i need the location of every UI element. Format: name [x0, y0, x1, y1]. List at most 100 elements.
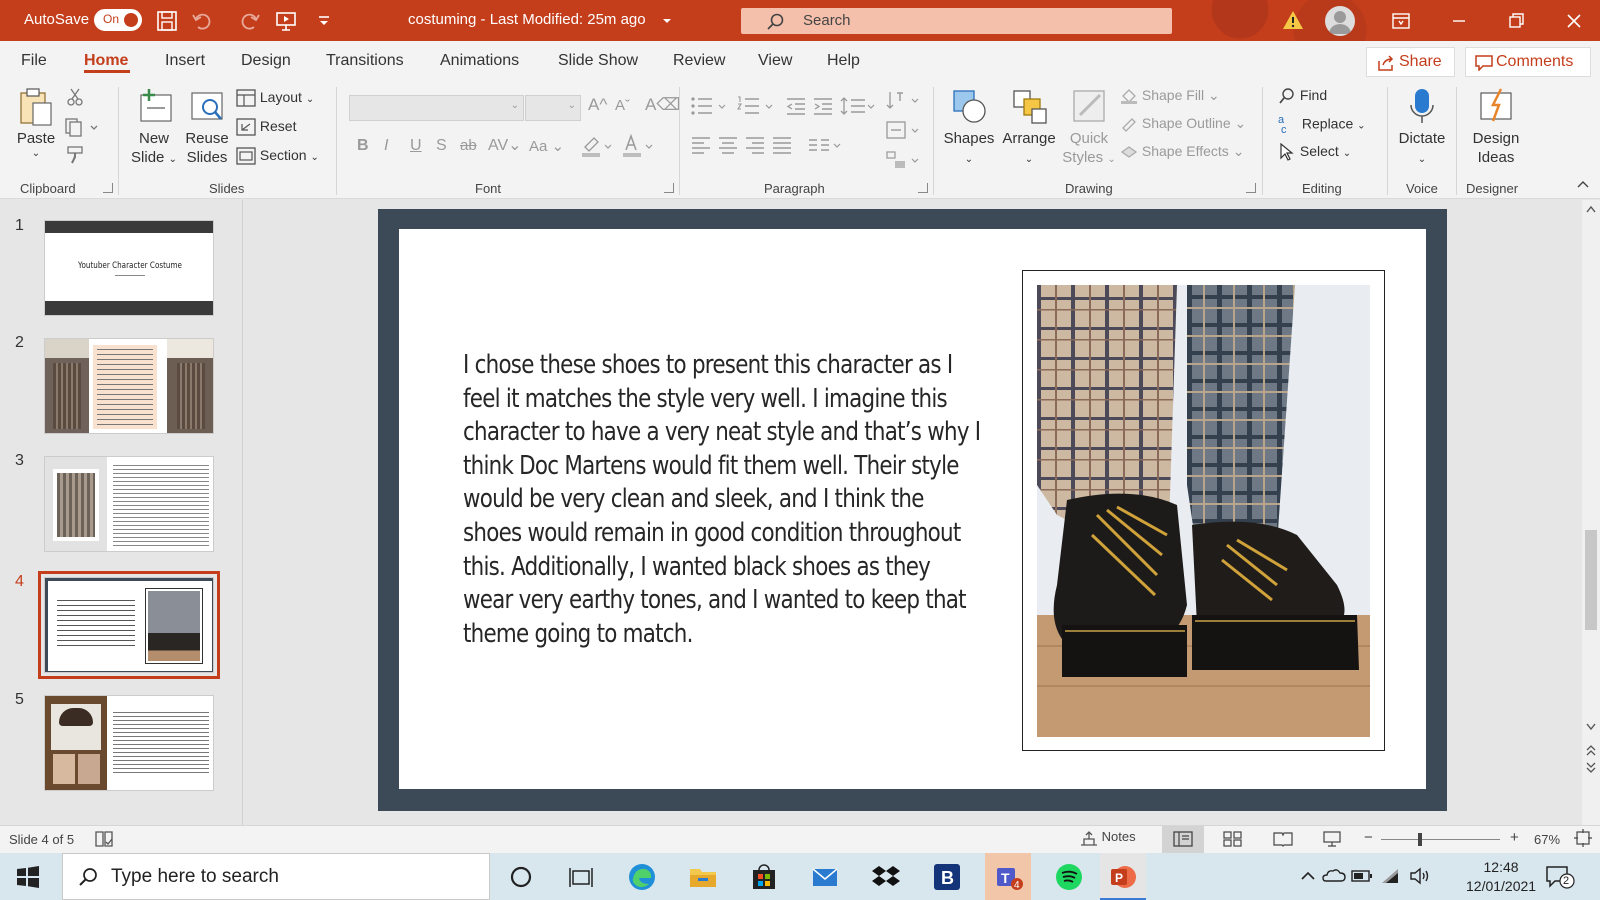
tab-transitions[interactable]: Transitions: [326, 52, 404, 70]
font-name-box[interactable]: ⌄: [349, 95, 524, 121]
slide-photo-frame[interactable]: [1022, 270, 1385, 751]
dictate-button[interactable]: Dictate ⌄: [1394, 87, 1450, 169]
shapes-button[interactable]: Shapes ⌄: [943, 87, 995, 169]
store-icon[interactable]: [749, 862, 779, 892]
comments-button[interactable]: Comments: [1465, 47, 1591, 77]
design-ideas-button[interactable]: Design Ideas: [1466, 87, 1526, 167]
paragraph-launcher-icon[interactable]: [918, 183, 928, 193]
tab-slide-show[interactable]: Slide Show: [558, 52, 638, 70]
start-from-beginning-icon[interactable]: [274, 9, 298, 33]
font-launcher-icon[interactable]: [664, 183, 674, 193]
task-view-icon[interactable]: [566, 862, 596, 892]
slide-sorter-icon[interactable]: [1223, 831, 1243, 847]
redo-icon[interactable]: [238, 9, 262, 33]
slide-thumbnail-3[interactable]: [44, 456, 214, 552]
fit-to-window-icon[interactable]: [1574, 829, 1592, 847]
volume-icon[interactable]: [1408, 864, 1438, 894]
tab-file[interactable]: File: [21, 52, 47, 70]
replace-button[interactable]: a c Replace ⌄: [1278, 115, 1366, 136]
slide-thumbnail-4[interactable]: [38, 571, 220, 679]
tab-help[interactable]: Help: [827, 52, 860, 70]
justify-icon[interactable]: [771, 135, 793, 155]
warning-icon[interactable]: [1282, 9, 1306, 33]
minimize-icon[interactable]: [1448, 10, 1470, 32]
line-spacing-icon[interactable]: [840, 95, 876, 117]
section-button[interactable]: Section ⌄: [236, 147, 319, 165]
slide-body-text[interactable]: I chose these shoes to present this char…: [463, 349, 984, 651]
smartart-icon[interactable]: [885, 149, 921, 171]
font-size-box[interactable]: ⌄: [525, 95, 581, 121]
taskbar-search-box[interactable]: Type here to search: [62, 853, 490, 900]
tab-review[interactable]: Review: [673, 52, 725, 70]
zoom-slider[interactable]: [1381, 839, 1500, 840]
tab-home[interactable]: Home: [84, 52, 128, 70]
vertical-scrollbar[interactable]: [1582, 200, 1600, 825]
onedrive-icon[interactable]: [1322, 864, 1352, 894]
italic-button[interactable]: I: [384, 137, 388, 155]
battery-icon[interactable]: [1350, 864, 1380, 894]
zoom-level[interactable]: 67%: [1534, 832, 1560, 847]
autosave-toggle[interactable]: On: [94, 9, 142, 31]
teams-taskbar-button[interactable]: T4: [985, 853, 1031, 900]
spotify-icon[interactable]: [1054, 862, 1084, 892]
bullets-icon[interactable]: [690, 95, 730, 117]
decrease-font-icon[interactable]: Aˇ: [615, 97, 630, 114]
windows-start-icon[interactable]: [16, 865, 46, 895]
quick-styles-button[interactable]: Quick Styles ⌄: [1062, 87, 1116, 169]
align-left-icon[interactable]: [690, 135, 712, 155]
strikethrough-button[interactable]: ab: [460, 137, 477, 154]
bold-button[interactable]: B: [357, 137, 369, 155]
slide-thumbnail-5[interactable]: [44, 695, 214, 791]
highlight-icon[interactable]: [580, 133, 614, 159]
mail-icon[interactable]: [810, 862, 840, 892]
cortana-icon[interactable]: [506, 862, 536, 892]
collapse-ribbon-icon[interactable]: [1576, 179, 1590, 189]
arrange-button[interactable]: Arrange ⌄: [1000, 87, 1058, 169]
align-right-icon[interactable]: [744, 135, 766, 155]
zoom-slider-thumb[interactable]: [1418, 833, 1422, 846]
clear-formatting-icon[interactable]: A⌫: [645, 95, 680, 115]
scroll-up-icon[interactable]: [1585, 204, 1597, 214]
copy-icon[interactable]: [64, 117, 100, 137]
char-spacing-icon[interactable]: AV⌄: [488, 135, 522, 155]
file-explorer-icon[interactable]: [688, 862, 718, 892]
zoom-in-button[interactable]: +: [1510, 829, 1519, 846]
font-color-icon[interactable]: [621, 133, 655, 159]
find-button[interactable]: Find: [1278, 87, 1327, 105]
slide-thumbnail-2[interactable]: [44, 338, 214, 434]
powerpoint-taskbar-button[interactable]: P: [1100, 853, 1146, 900]
normal-view-button[interactable]: [1162, 826, 1204, 853]
select-button[interactable]: Select ⌄: [1278, 143, 1351, 162]
shape-outline-button[interactable]: Shape Outline ⌄: [1120, 115, 1246, 133]
increase-indent-icon[interactable]: [812, 95, 834, 117]
tab-view[interactable]: View: [758, 52, 792, 70]
system-clock[interactable]: 12:48 12/01/2021: [1466, 858, 1536, 896]
previous-slide-icon[interactable]: [1585, 744, 1597, 756]
new-slide-button[interactable]: New Slide ⌄: [128, 87, 180, 169]
tab-insert[interactable]: Insert: [165, 52, 205, 70]
accessibility-icon[interactable]: [94, 830, 114, 848]
next-slide-icon[interactable]: [1585, 762, 1597, 774]
paste-button[interactable]: Paste ⌄: [14, 87, 58, 160]
undo-icon[interactable]: [190, 9, 214, 33]
clipboard-launcher-icon[interactable]: [103, 183, 113, 193]
share-button[interactable]: Share: [1366, 47, 1455, 77]
shape-effects-button[interactable]: Shape Effects ⌄: [1120, 143, 1244, 160]
shadow-button[interactable]: S: [436, 137, 447, 155]
align-text-icon[interactable]: [885, 119, 921, 141]
user-avatar[interactable]: [1325, 6, 1355, 36]
document-title[interactable]: costuming - Last Modified: 25m ago: [408, 11, 646, 28]
format-painter-icon[interactable]: [66, 145, 86, 165]
reading-view-icon[interactable]: [1273, 831, 1293, 847]
customize-toolbar-icon[interactable]: [312, 9, 336, 33]
layout-button[interactable]: Layout ⌄: [236, 89, 314, 107]
scroll-thumb[interactable]: [1585, 530, 1597, 630]
title-chevron-down-icon[interactable]: [660, 9, 684, 33]
notes-button[interactable]: Notes: [1080, 829, 1136, 846]
drawing-launcher-icon[interactable]: [1246, 183, 1256, 193]
align-center-icon[interactable]: [717, 135, 739, 155]
slide-show-icon[interactable]: [1322, 830, 1342, 848]
change-case-button[interactable]: Aa ⌄: [529, 137, 564, 155]
dropbox-icon[interactable]: [871, 862, 901, 892]
cut-icon[interactable]: [66, 87, 84, 107]
